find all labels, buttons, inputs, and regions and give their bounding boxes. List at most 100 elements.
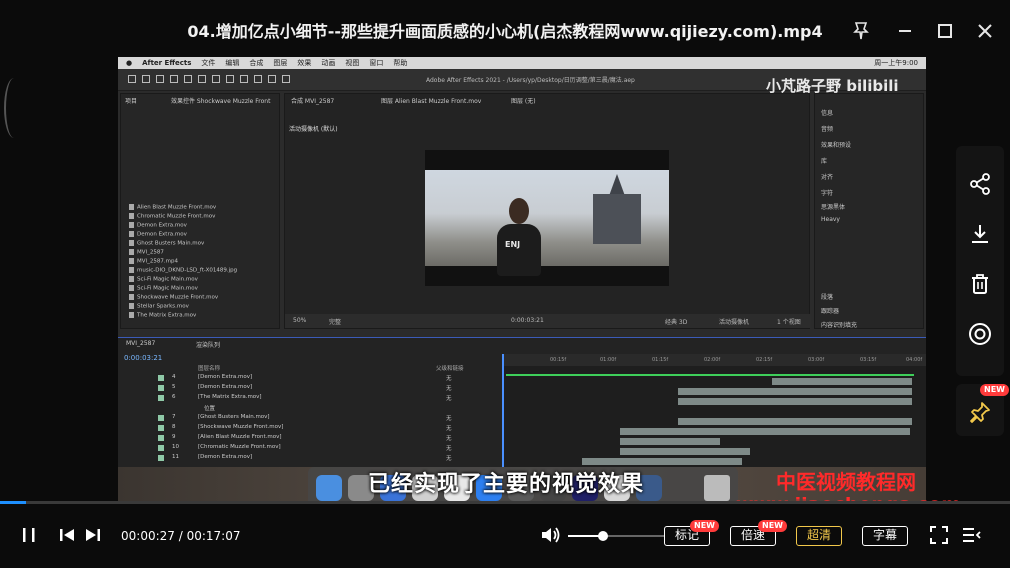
project-item: MVI_2587.mp4 (137, 258, 178, 265)
panel-item: 信息 (821, 110, 834, 117)
download-icon[interactable] (968, 222, 992, 246)
fullscreen-icon[interactable] (928, 524, 950, 546)
layer-header: 图层名称 (198, 366, 221, 372)
control-bar: 00:00:27 / 00:17:07 标记 NEW 倍速 NEW 超清 字幕 (0, 504, 1010, 568)
share-icon[interactable] (968, 172, 992, 196)
ae-menubar: ● After Effects 文件 编辑 合成 图层 效果 动画 视图 窗口 … (118, 57, 926, 69)
title-bar: 04.增加亿点小细节--那些提升画面质感的小心机(启杰教程网www.qijiez… (0, 0, 1010, 60)
menu-item: 帮助 (393, 59, 408, 67)
comp-viewer: ENJ (425, 150, 669, 286)
panel-item: Heavy (821, 216, 840, 223)
video-player: 04.增加亿点小细节--那些提升画面质感的小心机(启杰教程网www.qijiez… (0, 0, 1010, 568)
renderer: 经典 3D (665, 319, 688, 326)
timeline-playhead (502, 354, 504, 468)
effects-tab: 效果控件 Shockwave Muzzle Front (171, 98, 271, 105)
panel-item: 字符 (821, 190, 834, 197)
menu-item: 文件 (201, 59, 216, 67)
bookmark-new-badge: NEW (690, 520, 719, 532)
project-item: Chromatic Muzzle Front.mov (137, 213, 216, 220)
shirt-text: ENJ (505, 240, 521, 249)
volume-knob[interactable] (597, 531, 608, 541)
project-item: Stellar Sparks.mov (137, 303, 189, 310)
project-item: Alien Blast Muzzle Front.mov (137, 204, 217, 211)
panel-item: 段落 (821, 294, 834, 301)
video-title: 04.增加亿点小细节--那些提升画面质感的小心机(启杰教程网www.qijiez… (187, 22, 823, 41)
menu-item: 动画 (321, 59, 336, 67)
panel-item: 库 (821, 158, 828, 165)
project-item: Shockwave Muzzle Front.mov (137, 294, 219, 301)
pin-top-icon[interactable] (968, 400, 992, 424)
render-queue-tab: 渲染队列 (196, 342, 221, 349)
layer-row: 4 [Demon Extra.mov] 无 (118, 374, 500, 383)
timeline-tab: MVI_2587 (126, 340, 156, 347)
project-item: MVI_2587 (137, 249, 164, 256)
ae-app-title: Adobe After Effects 2021 - /Users/yp/Des… (426, 77, 635, 84)
ae-right-panel: 信息 音频 效果和预设 库 对齐 字符 思源黑体 Heavy 段落 跟踪器 内容… (814, 93, 924, 329)
video-still: ENJ (425, 170, 669, 276)
minimize-icon[interactable] (894, 20, 916, 42)
panel-item: 效果和预设 (821, 142, 852, 149)
viewer-timecode: 0:00:03:21 (511, 317, 544, 324)
parent-header: 父级和链接 (436, 366, 464, 372)
speed-new-badge: NEW (758, 520, 787, 532)
side-action-panel (956, 146, 1004, 376)
subtitle-button[interactable]: 字幕 (862, 526, 908, 546)
comp-tab: 图层 (无) (511, 98, 536, 105)
menu-item: 图层 (273, 59, 288, 67)
ae-clock: 周一上午9:00 (874, 59, 918, 67)
ae-composition-panel: 合成 MVI_2587 图层 Alien Blast Muzzle Front.… (284, 93, 811, 329)
comp-tab: 合成 MVI_2587 (291, 98, 335, 105)
menu-item: 效果 (297, 59, 312, 67)
resolution: 完整 (329, 319, 342, 326)
close-icon[interactable] (974, 20, 996, 42)
delete-icon[interactable] (968, 272, 992, 296)
project-item: Demon Extra.mov (137, 231, 187, 238)
project-item: Ghost Busters Main.mov (137, 240, 205, 247)
playlist-icon[interactable] (960, 524, 982, 546)
menu-item: 合成 (249, 59, 264, 67)
new-badge: NEW (980, 384, 1009, 396)
panel-item: 内容识别填充 (821, 322, 858, 329)
project-item: music-DIO_DKND-LSD_ft-X01489.jpg (137, 267, 238, 274)
volume-icon[interactable] (540, 524, 562, 546)
maximize-icon[interactable] (934, 20, 956, 42)
project-item: Sci-Fi Magic Main.mov (137, 276, 198, 283)
menu-item: After Effects (142, 59, 192, 67)
quality-button[interactable]: 超清 (796, 526, 842, 546)
ae-timeline: MVI_2587 渲染队列 0:00:03:21 图层名称 父级和链接 4 [De… (118, 337, 926, 468)
layer-row: 5 [Demon Extra.mov] 无 (118, 384, 500, 393)
comp-tab: 图层 Alien Blast Muzzle Front.mov (381, 98, 482, 105)
project-item: The Matrix Extra.mov (137, 312, 197, 319)
layer-row: 8 [Shockwave Muzzle Front.mov] 无 (118, 424, 500, 433)
focus-icon[interactable] (968, 322, 992, 346)
timeline-tracks: 00:15f 01:00f 01:15f 02:00f 02:15f 03:00… (502, 354, 926, 468)
pause-icon[interactable] (20, 524, 38, 546)
timeline-timecode: 0:00:03:21 (124, 354, 163, 362)
quality-label: 超清 (806, 528, 831, 542)
menu-item: 视图 (345, 59, 360, 67)
layer-row: 9 [Alien Blast Muzzle Front.mov] 无 (118, 434, 500, 443)
layer-row: 7 [Ghost Busters Main.mov] 无 (118, 414, 500, 423)
volume-slider[interactable] (568, 531, 664, 541)
apple-icon: ● (126, 59, 133, 67)
project-item: Sci-Fi Magic Main.mov (137, 285, 198, 292)
video-frame[interactable]: ● After Effects 文件 编辑 合成 图层 效果 动画 视图 窗口 … (118, 57, 926, 509)
previous-icon[interactable] (58, 524, 76, 546)
project-tab: 项目 (125, 98, 138, 105)
comp-camera-label: 活动摄像机 (默认) (289, 126, 338, 133)
pin-icon[interactable] (850, 20, 872, 42)
menu-item: 窗口 (369, 59, 384, 67)
layer-row: 位置 (204, 406, 216, 412)
ae-project-panel: 项目 效果控件 Shockwave Muzzle Front Alien Bla… (120, 93, 280, 329)
menu-item: 编辑 (225, 59, 240, 67)
brand-watermark-name: 中医视频教程网 (776, 470, 916, 494)
project-item: Demon Extra.mov (137, 222, 187, 229)
viewer-bar: 50% 完整 0:00:03:21 经典 3D 活动摄像机 1 个视图 (285, 314, 811, 328)
next-icon[interactable] (84, 524, 102, 546)
video-subtitle: 已经实现了主要的视觉效果 (368, 472, 645, 497)
layer-row: 11 [Demon Extra.mov] 无 (118, 454, 500, 463)
left-edge-handle[interactable] (0, 70, 14, 150)
pin-panel: NEW (956, 384, 1009, 436)
subtitle-label: 字幕 (872, 528, 897, 542)
view-count: 1 个视图 (777, 319, 801, 326)
